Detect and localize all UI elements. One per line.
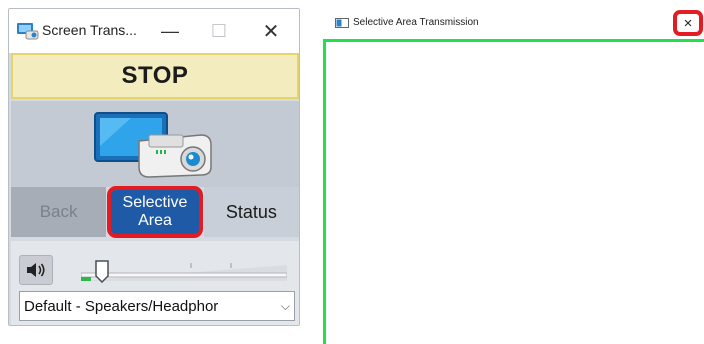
chevron-down-icon: ⌵ (280, 299, 290, 313)
maximize-button[interactable]: ☐ (205, 19, 233, 43)
mute-button[interactable] (19, 255, 53, 285)
app-titlebar: Screen Trans... — ☐ ✕ (9, 9, 299, 53)
selective-area-label: Selective Area (122, 194, 188, 229)
screen-transmission-app: Screen Trans... — ☐ ✕ STOP Back Selectiv… (8, 8, 300, 326)
selection-frame[interactable] (323, 39, 704, 344)
audio-device-value: Default - Speakers/Headphor (24, 297, 219, 315)
volume-thumb[interactable] (95, 259, 109, 284)
sat-window-title: Selective Area Transmission (353, 17, 479, 28)
speaker-icon (27, 263, 45, 277)
app-logo-icon (17, 23, 39, 40)
selective-area-button[interactable]: Selective Area (107, 186, 203, 238)
stop-button[interactable]: STOP (11, 53, 299, 99)
audio-device-select[interactable]: Default - Speakers/Headphor ⌵ (19, 291, 295, 321)
minimize-button[interactable]: — (156, 19, 184, 43)
back-button[interactable]: Back (11, 187, 107, 237)
app-title: Screen Trans... (42, 22, 137, 38)
window-icon (335, 18, 349, 28)
monitor-projector-icon (94, 112, 212, 178)
sat-titlebar: Selective Area Transmission × (323, 8, 704, 38)
device-illustration (11, 101, 299, 187)
status-button[interactable]: Status (203, 187, 299, 237)
audio-controls: Default - Speakers/Headphor ⌵ (11, 241, 299, 325)
volume-slider[interactable] (80, 261, 288, 285)
action-button-row: Back Selective Area Status (11, 186, 299, 238)
close-icon: × (683, 14, 693, 32)
close-button[interactable]: × (673, 10, 703, 36)
selective-area-window: Selective Area Transmission × (323, 8, 704, 344)
close-button[interactable]: ✕ (257, 19, 285, 43)
